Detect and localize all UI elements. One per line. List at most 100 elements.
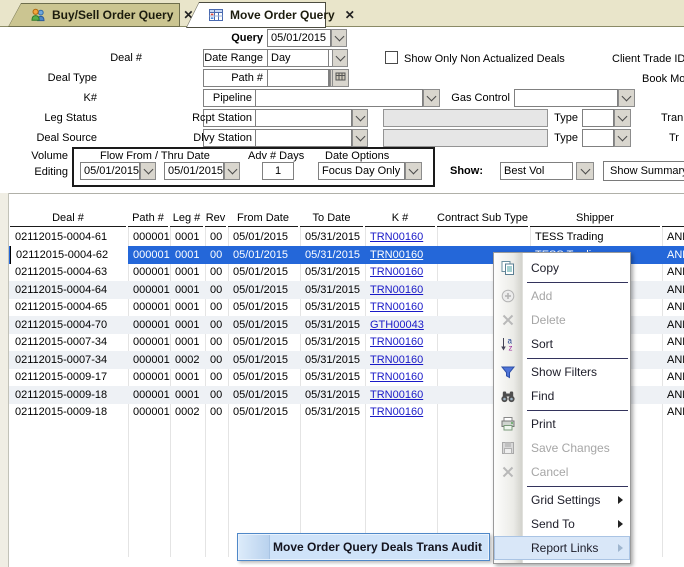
chevron-down-icon[interactable] <box>331 29 347 47</box>
path-lookup-button[interactable] <box>332 69 349 87</box>
chevron-down-icon[interactable] <box>614 109 631 127</box>
column-header-k-[interactable]: K # <box>365 210 435 227</box>
book-label: Book Mo <box>642 73 684 85</box>
k-number-link[interactable]: TRN00160 <box>370 406 423 418</box>
menu-item-grid-settings[interactable]: Grid Settings <box>494 488 630 512</box>
column-header-to-date[interactable]: To Date <box>300 210 363 227</box>
grid-cell: 000001 <box>128 281 170 299</box>
grid-cell: ANR <box>662 228 684 246</box>
grid-cell: 00 <box>205 333 228 351</box>
dlvy-station-field[interactable] <box>255 129 352 147</box>
chevron-down-icon[interactable] <box>332 49 348 67</box>
grid-cell: 05/31/2015 <box>300 298 365 316</box>
grid-cell: 000001 <box>128 333 170 351</box>
close-icon[interactable]: ✕ <box>345 9 355 21</box>
grid-cell: TRN00160 <box>365 351 437 369</box>
tab-buy-sell-order-query[interactable]: Buy/Sell Order Query ✕ <box>8 3 180 27</box>
adv-days-input[interactable]: 1 <box>262 162 294 180</box>
menu-item-label: Save Changes <box>531 441 610 455</box>
column-header-last[interactable] <box>662 210 684 227</box>
table-row[interactable]: 02112015-0004-6100000100010005/01/201505… <box>9 228 684 246</box>
k-number-link[interactable]: TRN00160 <box>370 354 423 366</box>
grid-cell: 05/01/2015 <box>228 351 300 369</box>
query-date-field[interactable]: 05/01/2015 <box>267 29 331 47</box>
chevron-down-icon[interactable] <box>140 162 156 180</box>
path-number-input[interactable] <box>267 69 329 87</box>
k-number-link[interactable]: TRN00160 <box>370 301 423 313</box>
column-header-path-[interactable]: Path # <box>128 210 168 227</box>
column-header-deal-[interactable]: Deal # <box>10 210 126 227</box>
grid-cell: ANR <box>662 351 684 369</box>
menu-item-print[interactable]: Print <box>494 412 630 436</box>
chevron-down-icon[interactable] <box>576 162 594 180</box>
date-options-field[interactable]: Focus Day Only <box>318 162 405 180</box>
menu-item-label: Sort <box>531 337 553 351</box>
date-range-field[interactable]: Day <box>267 49 329 67</box>
chevron-down-icon[interactable] <box>224 162 240 180</box>
k-number-link[interactable]: TRN00160 <box>370 371 423 383</box>
type-field[interactable] <box>582 129 614 147</box>
menu-item-label: Grid Settings <box>531 493 600 507</box>
rcpt-station-label: Rcpt Station <box>185 112 252 124</box>
client-trade-id-label: Client Trade ID <box>612 53 684 65</box>
k-number-link[interactable]: TRN00160 <box>370 284 423 296</box>
svg-text:z: z <box>509 344 513 353</box>
cancel-icon <box>500 464 516 480</box>
menu-item-delete: Delete <box>494 308 630 332</box>
grid-cell: GTH00043 <box>365 316 437 334</box>
show-only-non-actualized-checkbox[interactable] <box>385 51 398 64</box>
menu-item-sort[interactable]: azSort <box>494 332 630 356</box>
column-header-contract-sub-type[interactable]: Contract Sub Type <box>437 210 528 227</box>
grid-cell: ANR <box>662 281 684 299</box>
k-number-link[interactable]: TRN00160 <box>370 231 423 243</box>
grid-cell: 05/01/2015 <box>228 263 300 281</box>
tab-label: Buy/Sell Order Query <box>52 8 173 22</box>
tab-move-order-query[interactable]: Move Order Query ✕ <box>186 2 326 28</box>
grid-cell: 02112015-0007-34 <box>10 333 128 351</box>
show-summary-move-button[interactable]: Show Summary Move <box>603 161 684 181</box>
chevron-down-icon[interactable] <box>614 129 631 147</box>
type-field[interactable] <box>582 109 614 127</box>
menu-item-show-filters[interactable]: Show Filters <box>494 360 630 384</box>
k-number-link[interactable]: GTH00043 <box>370 319 424 331</box>
chevron-down-icon[interactable] <box>405 162 422 180</box>
submenu-arrow-icon <box>618 544 623 552</box>
date-options-label: Date Options <box>325 150 389 162</box>
grid-cell: ANR <box>662 298 684 316</box>
flow-from-date-field[interactable]: 05/01/2015 <box>80 162 140 180</box>
grid-cell: 02112015-0004-61 <box>10 228 128 246</box>
gas-control-field[interactable] <box>514 89 618 107</box>
k-number-link[interactable]: TRN00160 <box>370 336 423 348</box>
chevron-down-icon[interactable] <box>618 89 635 107</box>
chevron-down-icon[interactable] <box>352 129 368 147</box>
submenu-item-move-order-query-deals-trans-audit[interactable]: Move Order Query Deals Trans Audit <box>270 534 485 560</box>
grid-cell: 00 <box>205 281 228 299</box>
column-header-rev[interactable]: Rev <box>205 210 226 227</box>
editing-label: Editing <box>20 166 68 178</box>
menu-item-send-to[interactable]: Send To <box>494 512 630 536</box>
grid-cell: 000001 <box>128 298 170 316</box>
grid-cell: ANR <box>662 368 684 386</box>
grid-cell: TRN00160 <box>365 333 437 351</box>
pipeline-field[interactable] <box>255 89 423 107</box>
k-number-link[interactable]: TRN00160 <box>370 389 423 401</box>
column-header-from-date[interactable]: From Date <box>228 210 298 227</box>
menu-item-find[interactable]: Find <box>494 384 630 408</box>
menu-item-label: Find <box>531 389 554 403</box>
grid-cell: 00 <box>205 368 228 386</box>
menu-item-copy[interactable]: Copy <box>494 256 630 280</box>
report-links-submenu: Move Order Query Deals Trans Audit <box>237 533 490 561</box>
grid-cell: 0001 <box>170 333 205 351</box>
k-number-link[interactable]: TRN00160 <box>370 249 423 261</box>
chevron-down-icon[interactable] <box>352 109 368 127</box>
k-number-link[interactable]: TRN00160 <box>370 266 423 278</box>
column-header-shipper[interactable]: Shipper <box>530 210 660 227</box>
chevron-down-icon[interactable] <box>423 89 440 107</box>
grid-cell: ANR <box>662 263 684 281</box>
menu-item-report-links[interactable]: Report Links <box>494 536 630 560</box>
column-header-leg-[interactable]: Leg # <box>170 210 203 227</box>
rcpt-station-field[interactable] <box>255 109 352 127</box>
flow-thru-date-field[interactable]: 05/01/2015 <box>164 162 224 180</box>
show-mode-field[interactable]: Best Vol <box>500 162 573 180</box>
menu-item-label: Show Filters <box>531 365 597 379</box>
